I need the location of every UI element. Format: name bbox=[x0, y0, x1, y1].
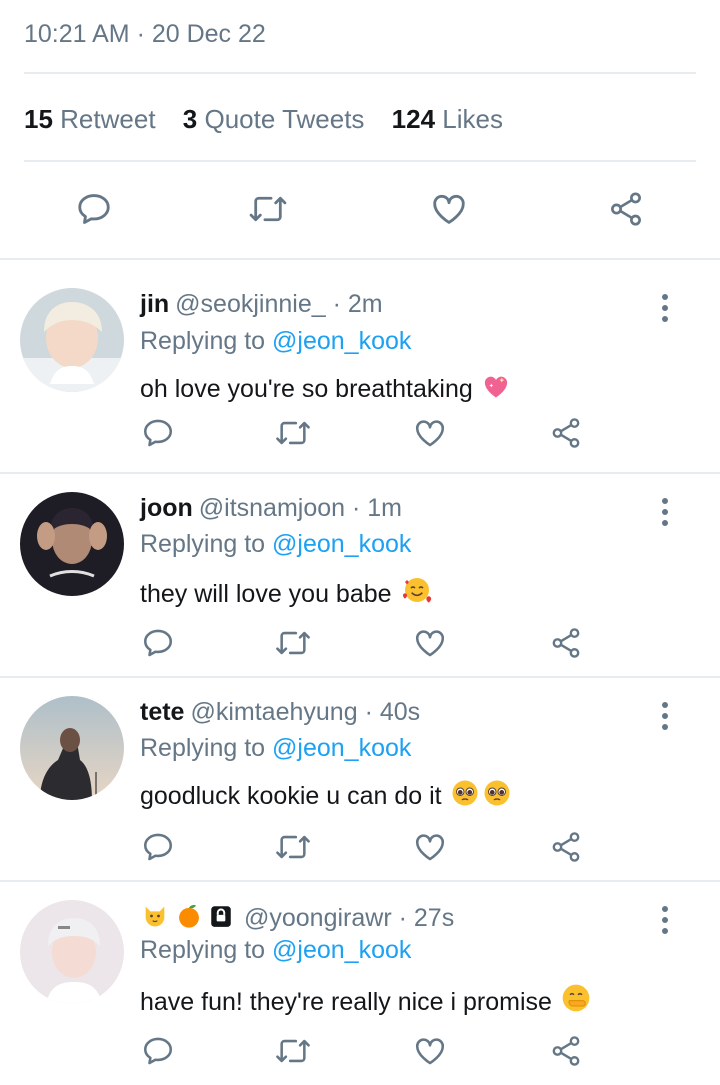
reply-item[interactable]: joon @itsnamjoon · 1m Replying to @jeon_k… bbox=[0, 474, 720, 676]
lock-icon bbox=[208, 902, 234, 937]
retweets-stat[interactable]: 15 Retweet bbox=[24, 104, 156, 134]
reply-time: · 40s bbox=[364, 698, 421, 726]
reply-header: tete @kimtaehyung · 40s bbox=[140, 698, 420, 727]
replying-handle-link[interactable]: @jeon_kook bbox=[272, 936, 411, 964]
reply-icon[interactable] bbox=[140, 1034, 176, 1068]
avatar[interactable] bbox=[20, 900, 124, 1004]
reply-text-line: they will love you babe bbox=[140, 574, 434, 613]
more-options-icon[interactable] bbox=[656, 702, 674, 730]
replying-handle-link[interactable]: @jeon_kook bbox=[272, 327, 411, 355]
replying-to: Replying to @jeon_kook bbox=[140, 530, 411, 559]
replying-handle-link[interactable]: @jeon_kook bbox=[272, 530, 411, 558]
more-options-icon[interactable] bbox=[656, 294, 674, 322]
reply-text: they will love you babe bbox=[140, 580, 392, 608]
more-options-icon[interactable] bbox=[656, 906, 674, 934]
tweet-actions bbox=[0, 188, 720, 232]
face-with-hand-over-mouth-icon bbox=[560, 982, 592, 1021]
reply-text: goodluck kookie u can do it bbox=[140, 782, 442, 810]
likes-label: Likes bbox=[442, 104, 503, 134]
replying-to: Replying to @jeon_kook bbox=[140, 327, 411, 356]
pleading-face-icon bbox=[450, 778, 480, 815]
reply-item[interactable]: jin @seokjinnie_ · 2m Replying to @jeon_k… bbox=[0, 260, 720, 472]
reply-time: · 27s bbox=[398, 904, 455, 932]
reply-icon[interactable] bbox=[140, 830, 176, 864]
reply-header: joon @itsnamjoon · 1m bbox=[140, 494, 402, 523]
display-name[interactable]: joon bbox=[140, 494, 193, 522]
likes-stat[interactable]: 124 Likes bbox=[392, 104, 503, 134]
avatar[interactable] bbox=[20, 288, 124, 392]
reply-time: · 2m bbox=[332, 290, 383, 318]
share-icon[interactable] bbox=[548, 416, 584, 450]
like-icon[interactable] bbox=[412, 830, 448, 864]
tweet-stats: 15 Retweet 3 Quote Tweets 124 Likes bbox=[24, 104, 523, 135]
avatar[interactable] bbox=[20, 696, 124, 800]
like-icon[interactable] bbox=[412, 416, 448, 450]
reply-icon[interactable] bbox=[140, 626, 176, 660]
display-name[interactable]: tete bbox=[140, 698, 184, 726]
retweets-label: Retweet bbox=[60, 104, 156, 134]
share-icon[interactable] bbox=[606, 190, 646, 228]
reply-text-line: goodluck kookie u can do it bbox=[140, 778, 512, 815]
reply-text-line: oh love you're so breathtaking bbox=[140, 373, 511, 408]
retweet-icon[interactable] bbox=[274, 626, 312, 660]
retweet-icon[interactable] bbox=[274, 416, 312, 450]
share-icon[interactable] bbox=[548, 1034, 584, 1068]
replying-prefix: Replying to bbox=[140, 936, 266, 964]
reply-time: · 1m bbox=[352, 494, 402, 522]
divider bbox=[24, 72, 696, 74]
replying-to: Replying to @jeon_kook bbox=[140, 734, 411, 763]
more-options-icon[interactable] bbox=[656, 498, 674, 526]
smiling-face-with-hearts-icon bbox=[400, 574, 434, 613]
quotes-label: Quote Tweets bbox=[204, 104, 365, 134]
reply-header: @yoongirawr · 27s bbox=[140, 902, 454, 937]
tangerine-icon bbox=[174, 902, 204, 937]
quote-tweets-stat[interactable]: 3 Quote Tweets bbox=[183, 104, 365, 134]
user-handle[interactable]: @seokjinnie_ bbox=[175, 290, 325, 318]
reply-icon[interactable] bbox=[140, 416, 176, 450]
user-handle[interactable]: @yoongirawr bbox=[244, 904, 392, 932]
likes-count: 124 bbox=[391, 104, 436, 134]
reply-icon[interactable] bbox=[75, 190, 113, 228]
reply-text: oh love you're so breathtaking bbox=[140, 375, 473, 403]
user-handle[interactable]: @itsnamjoon bbox=[199, 494, 345, 522]
tweet-timestamp: 10:21 AM · 20 Dec 22 bbox=[24, 20, 266, 48]
quotes-count: 3 bbox=[182, 104, 198, 134]
reply-text: have fun! they're really nice i promise bbox=[140, 988, 552, 1016]
reply-item[interactable]: @yoongirawr · 27s Replying to @jeon_kook… bbox=[0, 882, 720, 1085]
share-icon[interactable] bbox=[548, 626, 584, 660]
replying-prefix: Replying to bbox=[140, 530, 266, 558]
reply-item[interactable]: tete @kimtaehyung · 40s Replying to @jeon… bbox=[0, 678, 720, 880]
user-handle[interactable]: @kimtaehyung bbox=[190, 698, 357, 726]
replying-to: Replying to @jeon_kook bbox=[140, 936, 411, 965]
avatar[interactable] bbox=[20, 492, 124, 596]
retweet-icon[interactable] bbox=[274, 830, 312, 864]
like-icon[interactable] bbox=[429, 190, 469, 228]
sparkling-heart-icon bbox=[481, 373, 511, 408]
pleading-face-icon bbox=[482, 778, 512, 815]
retweets-count: 15 bbox=[24, 104, 53, 134]
like-icon[interactable] bbox=[412, 626, 448, 660]
share-icon[interactable] bbox=[548, 830, 584, 864]
like-icon[interactable] bbox=[412, 1034, 448, 1068]
divider bbox=[24, 160, 696, 162]
reply-text-line: have fun! they're really nice i promise bbox=[140, 982, 592, 1021]
replying-prefix: Replying to bbox=[140, 734, 266, 762]
display-name[interactable]: jin bbox=[140, 290, 169, 318]
retweet-icon[interactable] bbox=[274, 1034, 312, 1068]
retweet-icon[interactable] bbox=[248, 190, 288, 228]
replying-handle-link[interactable]: @jeon_kook bbox=[272, 734, 411, 762]
reply-header: jin @seokjinnie_ · 2m bbox=[140, 290, 383, 319]
replying-prefix: Replying to bbox=[140, 327, 266, 355]
cat-face-icon bbox=[140, 902, 170, 937]
